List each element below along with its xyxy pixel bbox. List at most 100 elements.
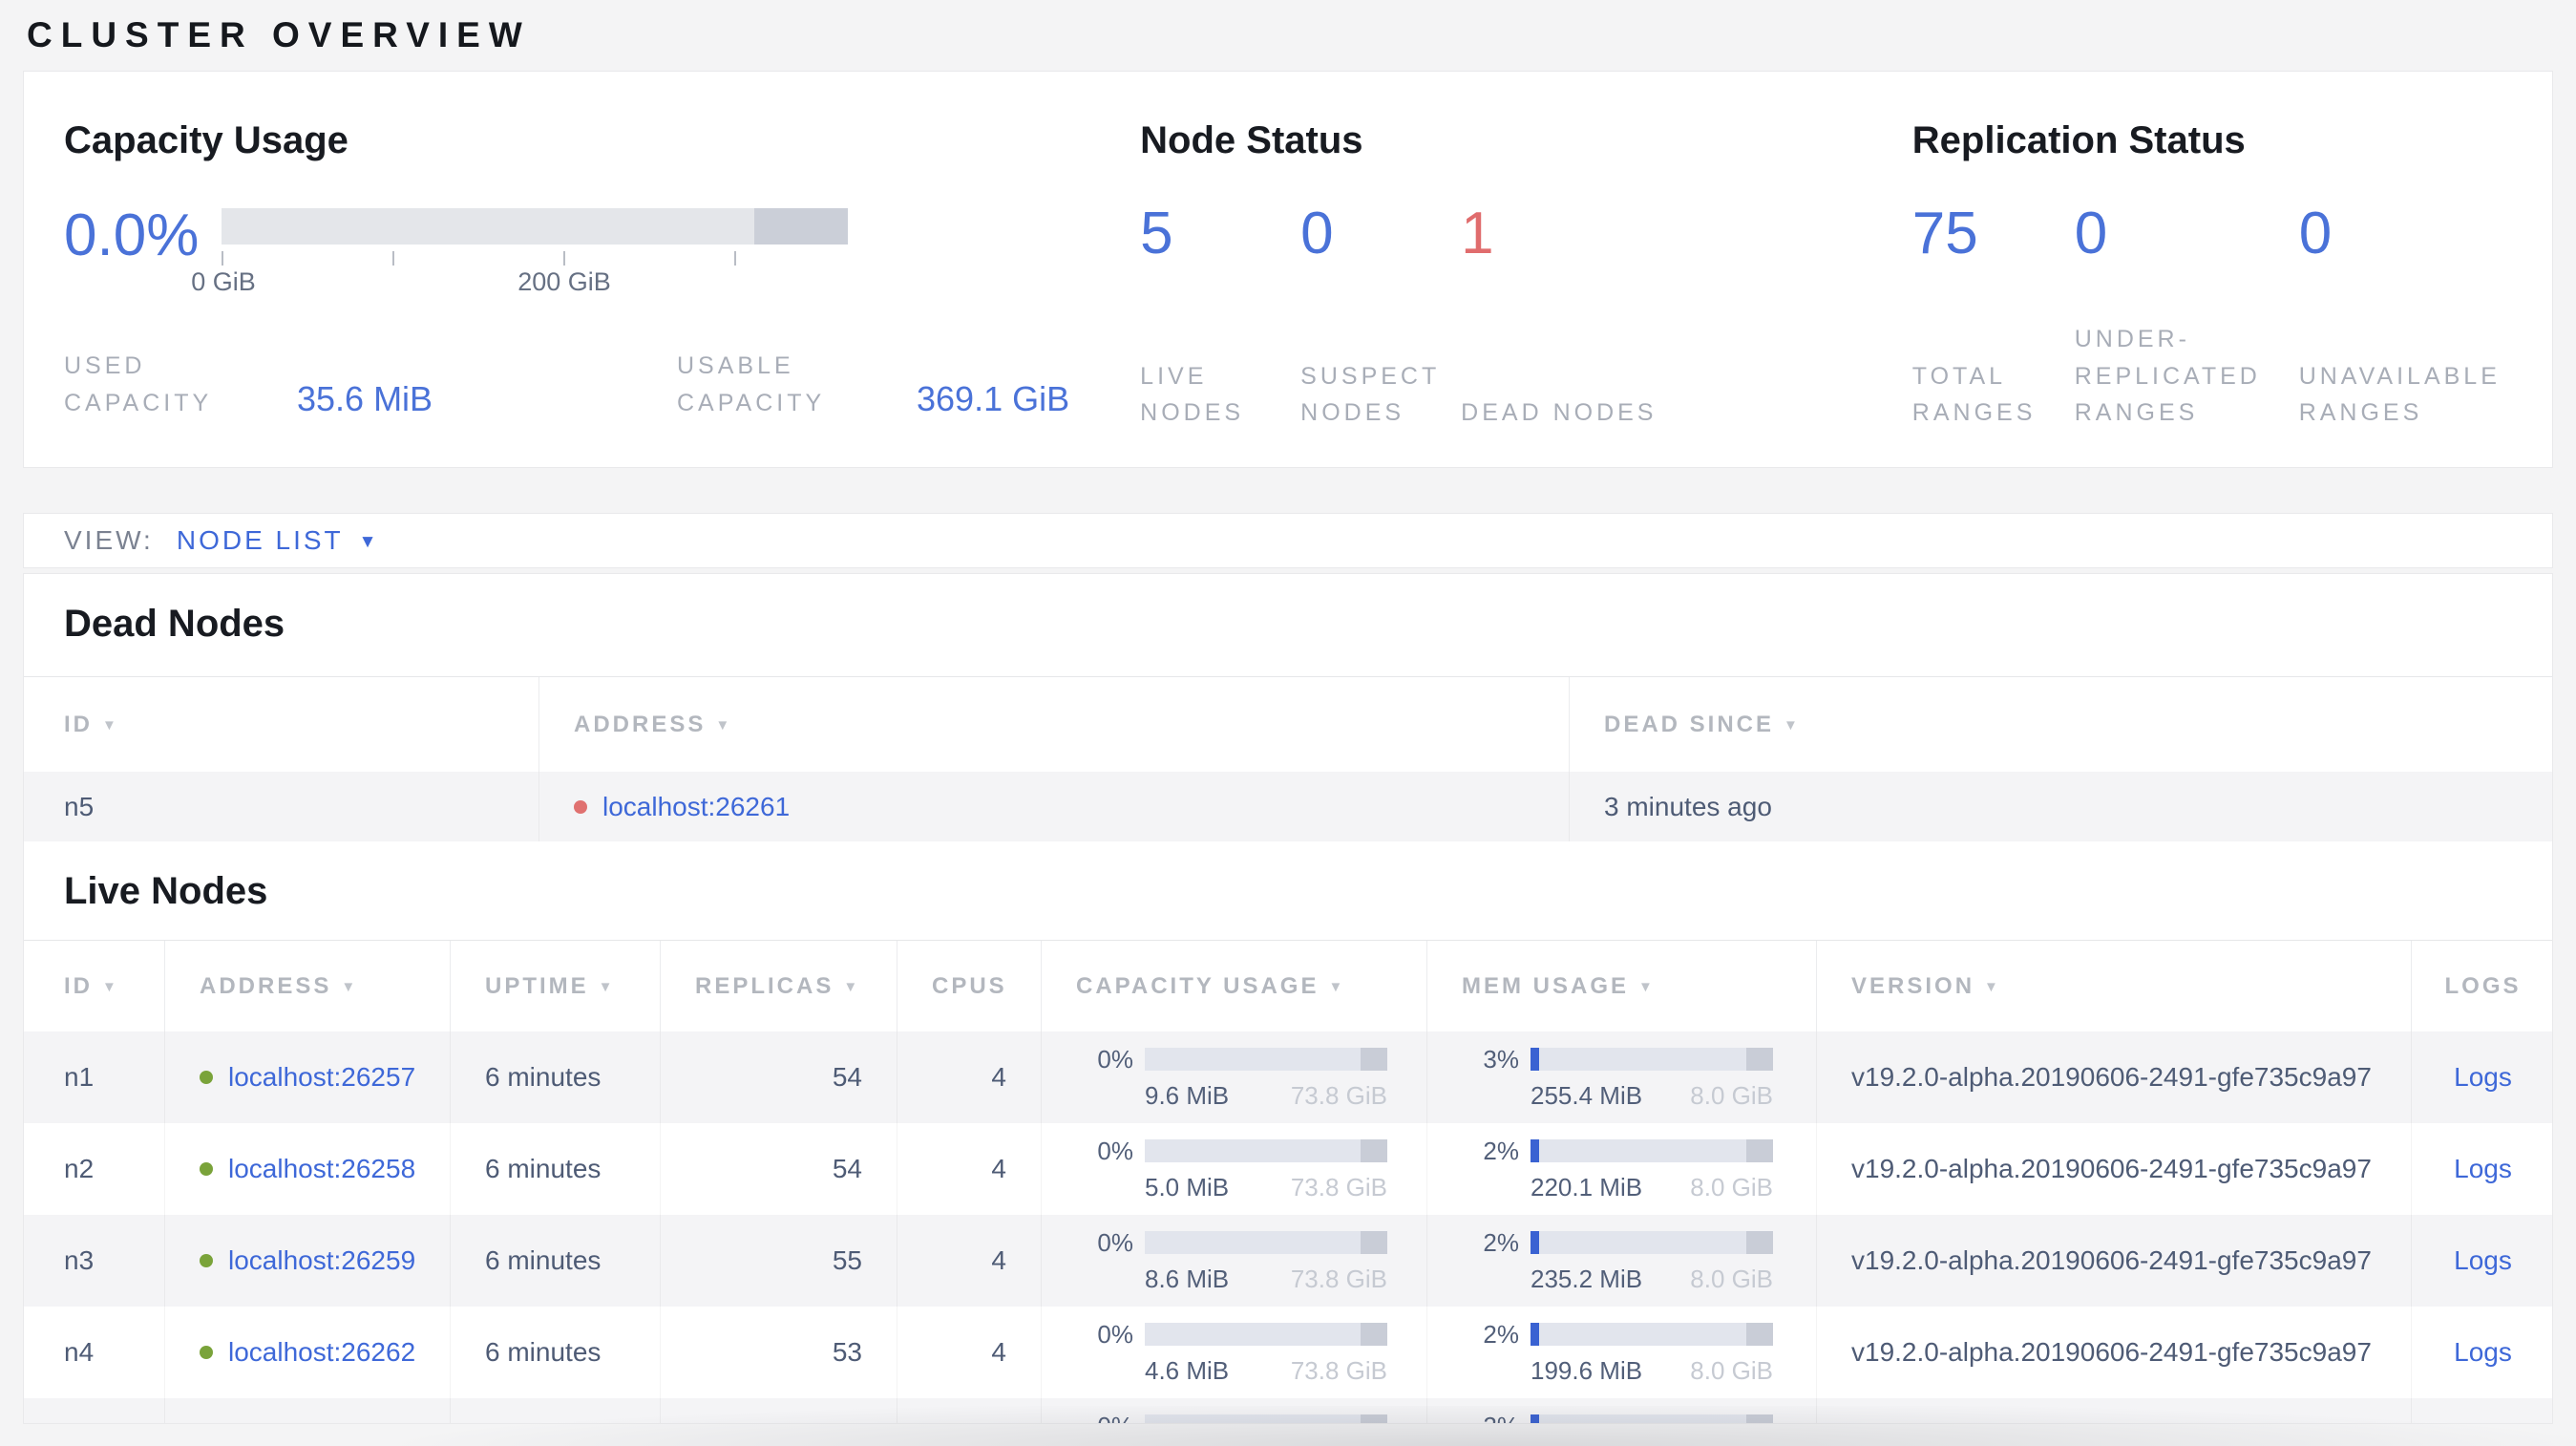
node-capacity-usage-cell: 0% 8.6 MiB 73.8 GiB (1041, 1215, 1426, 1307)
node-replicas: 54 (660, 1031, 897, 1123)
chevron-down-icon: ▼ (358, 532, 377, 552)
dead-node-address-link[interactable]: localhost:26261 (602, 792, 790, 822)
live-nodes-stat: 5 LIVE NODES (1140, 204, 1300, 432)
dead-col-id[interactable]: ID ▼ (24, 677, 538, 772)
mem-usage-bar (1531, 1231, 1773, 1254)
live-status-dot-icon (200, 1162, 213, 1176)
unavailable-ranges-label: UNAVAILABLE RANGES (2298, 362, 2501, 427)
logs-link[interactable]: Logs (2454, 1062, 2512, 1093)
mem-usage-bar (1531, 1414, 1773, 1423)
sort-caret-icon: ▼ (1784, 717, 1801, 734)
capacity-usage-section: Capacity Usage 0.0% 0 GiB 200 GiB USED C… (64, 119, 1140, 467)
node-id: n2 (64, 1154, 95, 1183)
sort-caret-icon: ▼ (843, 979, 861, 995)
node-address-cell: localhost:26262 (164, 1307, 450, 1398)
node-mem-usage-cell: 2% 199.6 MiB 8.0 GiB (1426, 1307, 1816, 1398)
node-uptime: 6 minutes (450, 1031, 660, 1123)
dead-nodes-label: DEAD NODES (1461, 399, 1658, 427)
live-col-mem-usage[interactable]: MEM USAGE ▼ (1426, 941, 1816, 1031)
capacity-percent: 0.0% (64, 202, 200, 268)
node-cpus: 4 (897, 1031, 1041, 1123)
node-id: n1 (64, 1062, 95, 1092)
unavailable-ranges-count: 0 (2298, 201, 2333, 266)
page-title: CLUSTER OVERVIEW (27, 15, 531, 54)
dead-nodes-stat: 1 DEAD NODES (1461, 204, 1657, 432)
sort-caret-icon: ▼ (1638, 979, 1656, 995)
node-version: v19.2.0-alpha.20190606-2491-gfe735c9a97 (1816, 1031, 2411, 1123)
dead-nodes-table-title: Dead Nodes (64, 603, 285, 645)
live-col-version[interactable]: VERSION ▼ (1816, 941, 2411, 1031)
node-uptime: 6 minutes (450, 1398, 660, 1423)
logs-link[interactable]: Logs (2454, 1245, 2512, 1276)
live-node-row: n4 localhost:26262 6 minutes 53 4 0% 4.6… (24, 1307, 2552, 1398)
sort-caret-icon: ▼ (715, 717, 733, 734)
node-id: n3 (64, 1245, 95, 1275)
node-capacity-usage-cell: 0% 9.6 MiB 73.8 GiB (1041, 1031, 1426, 1123)
sort-caret-icon: ▼ (598, 979, 616, 995)
node-logs-cell: Logs (2411, 1215, 2552, 1307)
capacity-axis-ticks (222, 245, 848, 267)
under-replicated-ranges-count: 0 (2074, 201, 2108, 266)
suspect-nodes-stat: 0 SUSPECT NODES (1300, 204, 1461, 432)
dead-col-dead-since[interactable]: DEAD SINCE ▼ (1569, 677, 2552, 772)
node-address-link[interactable]: localhost:26262 (228, 1337, 415, 1368)
sort-caret-icon: ▼ (341, 979, 359, 995)
nodes-tables-card: Dead Nodes ID ▼ ADDRESS ▼ DEAD SINCE ▼ n5 l… (23, 573, 2553, 1424)
dead-status-dot-icon (574, 799, 587, 814)
node-address-link[interactable]: localhost:26259 (228, 1245, 415, 1276)
node-replicas: 54 (660, 1123, 897, 1215)
dead-nodes-count: 1 (1461, 201, 1494, 266)
node-address-cell: localhost:26257 (164, 1031, 450, 1123)
mem-usage-bar (1531, 1323, 1773, 1346)
node-mem-usage-cell: 3% 255.4 MiB 8.0 GiB (1426, 1031, 1816, 1123)
capacity-usage-bar (1145, 1323, 1387, 1346)
node-uptime: 6 minutes (450, 1307, 660, 1398)
dead-node-id: n5 (64, 791, 95, 821)
dead-col-address[interactable]: ADDRESS ▼ (538, 677, 1569, 772)
sort-caret-icon: ▼ (102, 717, 119, 734)
logs-link[interactable]: Logs (2454, 1337, 2512, 1368)
sort-caret-icon: ▼ (102, 979, 119, 995)
node-version: v19.2.0-alpha.20190606-2491-gfe735c9a97 (1816, 1398, 2411, 1423)
live-node-row: n1 localhost:26257 6 minutes 54 4 0% 9.6… (24, 1031, 2552, 1123)
capacity-usage-bar (1145, 1048, 1387, 1071)
capacity-axis-label-0: 0 GiB (191, 267, 256, 296)
node-replicas: 53 (660, 1307, 897, 1398)
sort-caret-icon: ▼ (1984, 979, 2001, 995)
replication-status-section: Replication Status 75 TOTAL RANGES 0 UND… (1912, 119, 2512, 467)
live-col-capacity-usage[interactable]: CAPACITY USAGE ▼ (1041, 941, 1426, 1031)
node-address-link[interactable]: localhost:26258 (228, 1154, 415, 1184)
live-status-dot-icon (200, 1346, 213, 1359)
live-col-address[interactable]: ADDRESS ▼ (164, 941, 450, 1031)
view-dropdown[interactable]: NODE LIST ▼ (177, 525, 377, 556)
total-ranges-label: TOTAL RANGES (1911, 362, 2037, 427)
node-capacity-usage-cell: 0% 7.8 MiB73.8 GiB (1041, 1398, 1426, 1423)
live-col-replicas[interactable]: REPLICAS ▼ (660, 941, 897, 1031)
node-status-title: Node Status (1140, 119, 1363, 161)
used-capacity-label: USED CAPACITY (64, 352, 213, 416)
node-capacity-usage-cell: 0% 4.6 MiB 73.8 GiB (1041, 1307, 1426, 1398)
usable-capacity-value: 369.1 GiB (917, 378, 1070, 418)
node-logs-cell: Logs (2411, 1307, 2552, 1398)
node-mem-usage-cell: 2% 220.1 MiB 8.0 GiB (1426, 1123, 1816, 1215)
live-col-id[interactable]: ID ▼ (24, 941, 164, 1031)
suspect-nodes-count: 0 (1300, 201, 1334, 266)
dead-node-row: n5 localhost:26261 3 minutes ago (24, 772, 2552, 841)
node-cpus: 4 (897, 1398, 1041, 1423)
under-replicated-ranges-stat: 0 UNDER-REPLICATED RANGES (2075, 204, 2299, 432)
mem-usage-bar (1531, 1139, 1773, 1162)
capacity-usage-title: Capacity Usage (64, 119, 348, 161)
capacity-usage-bar (1145, 1414, 1387, 1423)
cluster-summary-card: Capacity Usage 0.0% 0 GiB 200 GiB USED C… (23, 71, 2553, 468)
node-address-cell: localhost:26259 (164, 1215, 450, 1307)
live-col-uptime[interactable]: UPTIME ▼ (450, 941, 660, 1031)
node-mem-usage-cell: 2% 225.5 MiB8.0 GiB (1426, 1398, 1816, 1423)
logs-link[interactable]: Logs (2454, 1154, 2512, 1184)
node-address-cell: localhost:26258 (164, 1123, 450, 1215)
node-address-link[interactable]: localhost:26257 (228, 1062, 415, 1093)
live-nodes-table-title: Live Nodes (64, 870, 268, 912)
usable-capacity-stat: USABLE CAPACITY 369.1 GiB (677, 348, 1069, 422)
node-status-section: Node Status 5 LIVE NODES 0 SUSPECT NODES… (1140, 119, 1912, 467)
used-capacity-value: 35.6 MiB (297, 378, 433, 418)
node-id: n6 (24, 1398, 164, 1423)
